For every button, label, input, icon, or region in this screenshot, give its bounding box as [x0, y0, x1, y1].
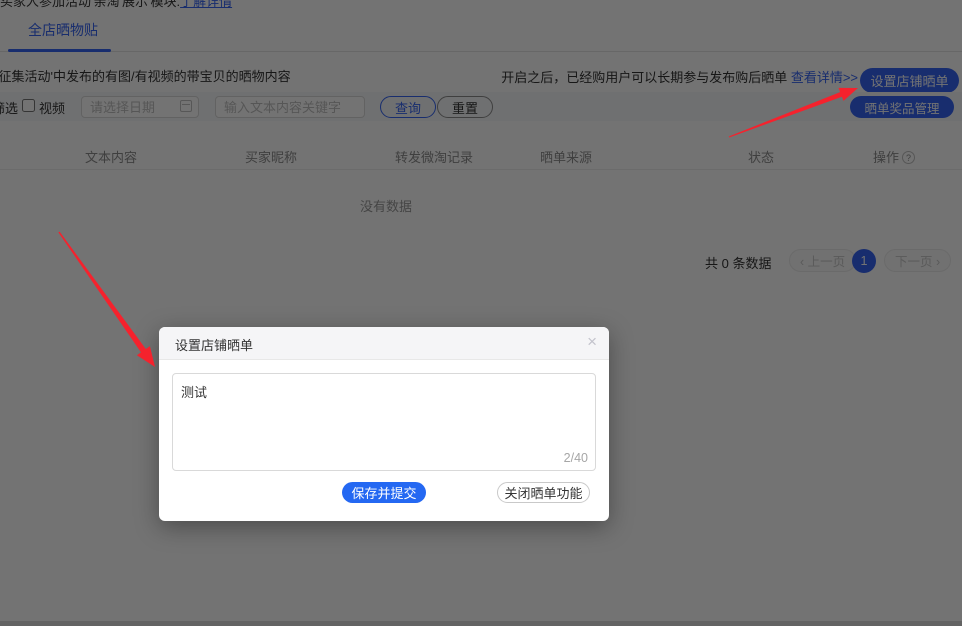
- modal-backdrop: [0, 0, 962, 626]
- char-counter: 2/40: [564, 451, 588, 465]
- setup-store-share-dialog: 设置店铺晒单 × 测试 2/40 保存并提交 关闭晒单功能: [159, 327, 609, 521]
- close-icon[interactable]: ×: [587, 332, 597, 352]
- share-text-field-wrap: 测试 2/40: [172, 373, 596, 471]
- dialog-header: 设置店铺晒单 ×: [159, 327, 609, 360]
- dialog-title: 设置店铺晒单: [175, 335, 253, 354]
- share-text-field[interactable]: 测试: [172, 373, 596, 471]
- save-submit-button[interactable]: 保存并提交: [342, 482, 426, 503]
- close-feature-button[interactable]: 关闭晒单功能: [497, 482, 590, 503]
